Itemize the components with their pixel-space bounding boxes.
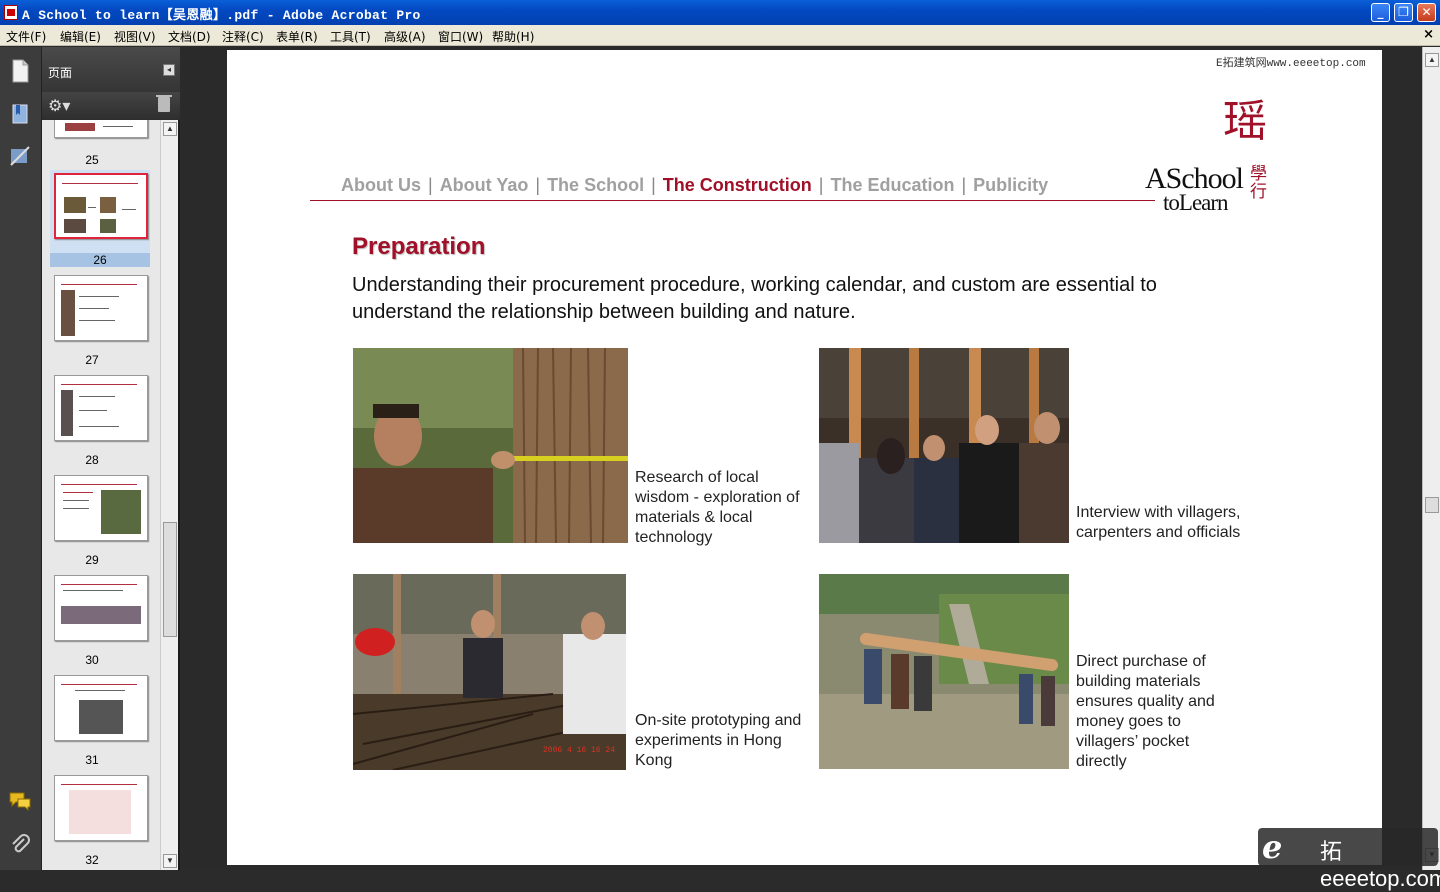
acrobat-app-icon[interactable]	[4, 5, 18, 20]
page-number: 29	[85, 553, 99, 567]
page-thumbnail[interactable]	[54, 375, 148, 441]
scroll-thumb[interactable]	[163, 522, 177, 637]
scroll-down-button[interactable]: ▼	[163, 854, 177, 868]
photo-timber-carrying	[819, 574, 1069, 769]
comments-icon[interactable]	[8, 791, 32, 815]
menu-window[interactable]: 窗口(W)	[438, 28, 483, 45]
nav-the-education: The Education	[830, 175, 955, 195]
photo-interview	[819, 348, 1069, 543]
menu-advanced[interactable]: 高级(A)	[384, 28, 426, 45]
scroll-up-button[interactable]: ▲	[163, 122, 177, 136]
pages-icon[interactable]	[8, 59, 32, 83]
page-number: 25	[85, 153, 99, 167]
watermark-top: E拓建筑网www.eeeetop.com	[1216, 58, 1366, 70]
document-scrollbar[interactable]: ▲ ▼	[1422, 47, 1440, 870]
thumbnails-scrollbar[interactable]: ▲ ▼	[160, 120, 178, 870]
nav-underline	[310, 200, 1155, 201]
caption-interview: Interview with villagers, carpenters and…	[1076, 504, 1241, 541]
options-gear-icon[interactable]: ⚙▾	[48, 96, 70, 116]
attachments-icon[interactable]	[8, 833, 32, 857]
window-title: A School to learn【吴恩融】.pdf - Adobe Acrob…	[22, 8, 421, 23]
menu-view[interactable]: 视图(V)	[114, 28, 156, 45]
watermark-e: e	[1262, 828, 1283, 866]
collapse-panel-button[interactable]: ◂	[163, 64, 175, 76]
nav-separator: |	[818, 175, 824, 195]
logo-chinese-small: 學行	[1250, 164, 1267, 202]
logo-line2: toLearn	[1163, 190, 1229, 215]
close-document-button[interactable]: ×	[1423, 27, 1434, 42]
page-thumbnails: 25 26 27 28 29 30 31 32	[42, 120, 160, 870]
slide-nav: About Us | About Yao | The School | The Constr…	[340, 175, 1049, 196]
nav-the-construction: The Construction	[662, 175, 812, 195]
svg-text:2006 4 16 16 24: 2006 4 16 16 24	[543, 746, 615, 755]
pages-panel-toolbar: ⚙▾	[42, 92, 180, 120]
watermark-text: 拓eeeetop.com	[1320, 839, 1440, 891]
page-thumbnail-selected[interactable]	[54, 173, 148, 239]
intro-text: Understanding their procurement procedur…	[352, 274, 1157, 323]
page-thumbnail[interactable]	[54, 475, 148, 541]
section-heading: Preparation	[352, 233, 486, 260]
delete-page-icon[interactable]	[156, 95, 172, 112]
caption-prototyping: On-site prototyping and experiments in H…	[635, 712, 802, 769]
menu-tools[interactable]: 工具(T)	[330, 28, 371, 45]
page-number-selected: 26	[50, 253, 150, 267]
pages-panel: 页面 ◂ ⚙▾ 25 26 27 28 29 30 31 32 ▲ ▼	[42, 47, 180, 870]
menu-help[interactable]: 帮助(H)	[492, 28, 534, 45]
nav-separator: |	[535, 175, 541, 195]
nav-about-us: About Us	[341, 175, 421, 195]
nav-about-yao: About Yao	[439, 175, 529, 195]
nav-separator: |	[428, 175, 433, 195]
page-thumbnail[interactable]	[54, 575, 148, 641]
pages-panel-header: 页面 ◂	[42, 47, 180, 92]
school-logo: 瑶 學行 ASchool toLearn	[1145, 100, 1293, 220]
nav-separator: |	[651, 175, 656, 195]
page-thumbnail[interactable]	[54, 275, 148, 341]
doc-scroll-up-button[interactable]: ▲	[1425, 53, 1439, 67]
photo-prototyping: 2006 4 16 16 24	[353, 574, 626, 770]
navigation-toolbar	[0, 47, 42, 870]
caption-purchase: Direct purchase of building materials en…	[1076, 653, 1215, 770]
photo-tree-measuring	[353, 348, 628, 543]
nav-publicity: Publicity	[973, 175, 1049, 195]
nav-separator: |	[961, 175, 967, 195]
page-number: 30	[85, 653, 99, 667]
signatures-icon[interactable]	[8, 145, 32, 169]
document-view: E拓建筑网www.eeeetop.com About Us | About Yao |…	[182, 47, 1422, 870]
doc-scroll-thumb[interactable]	[1425, 497, 1439, 513]
page-number: 31	[85, 753, 99, 767]
menu-forms[interactable]: 表单(R)	[276, 28, 318, 45]
menu-document[interactable]: 文档(D)	[168, 28, 211, 45]
menu-bar: 文件(F) 编辑(E) 视图(V) 文档(D) 注释(C) 表单(R) 工具(T…	[0, 25, 1440, 46]
bookmarks-icon[interactable]	[8, 103, 32, 127]
pages-panel-title: 页面	[48, 66, 73, 80]
page-number: 27	[85, 353, 99, 367]
page-number: 28	[85, 453, 99, 467]
page-number: 32	[85, 853, 99, 867]
nav-the-school: The School	[547, 175, 645, 195]
logo-chinese-glyph: 瑶	[1223, 96, 1267, 147]
page-thumbnail[interactable]	[54, 675, 148, 741]
close-button[interactable]: ✕	[1417, 3, 1436, 22]
menu-edit[interactable]: 编辑(E)	[60, 28, 101, 45]
minimize-button[interactable]: _	[1371, 3, 1390, 22]
title-bar: A School to learn【吴恩融】.pdf - Adobe Acrob…	[0, 0, 1440, 25]
watermark-logo: e 拓eeeetop.com	[1258, 828, 1440, 891]
menu-file[interactable]: 文件(F)	[6, 28, 46, 45]
pdf-page: E拓建筑网www.eeeetop.com About Us | About Yao |…	[227, 50, 1382, 865]
menu-comments[interactable]: 注释(C)	[222, 28, 264, 45]
restore-button[interactable]: ❐	[1394, 3, 1413, 22]
page-thumbnail[interactable]	[54, 120, 148, 138]
page-thumbnail[interactable]	[54, 775, 148, 841]
caption-research: Research of local wisdom - exploration o…	[635, 469, 800, 546]
